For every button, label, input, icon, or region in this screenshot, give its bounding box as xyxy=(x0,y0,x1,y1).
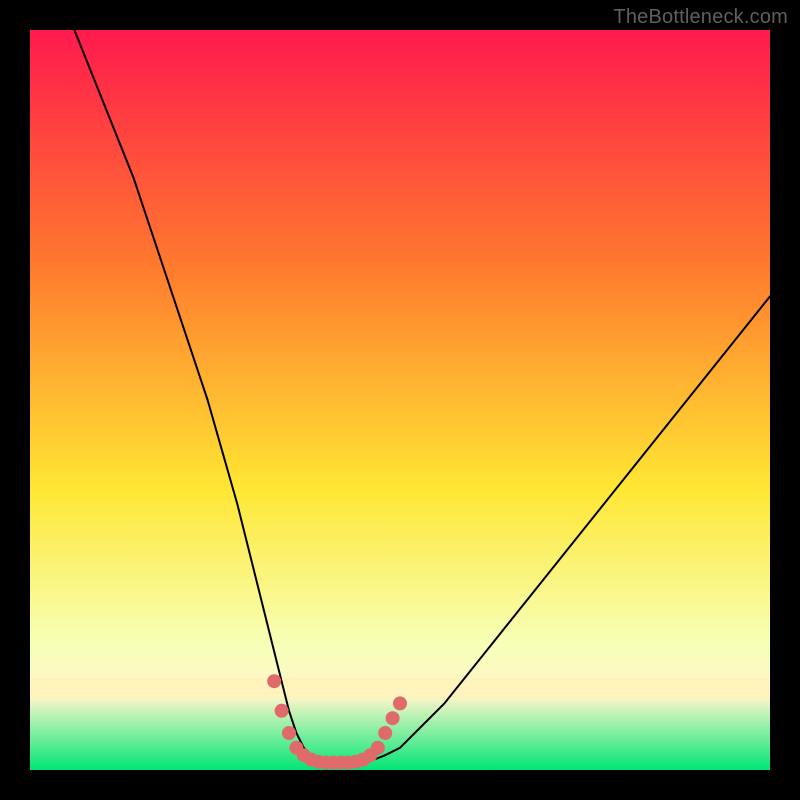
chart-stage: TheBottleneck.com xyxy=(0,0,800,800)
valley-dot xyxy=(282,726,296,740)
valley-dot xyxy=(393,696,407,710)
gradient-background xyxy=(30,30,770,770)
highlight-band xyxy=(30,678,770,698)
valley-dot xyxy=(267,674,281,688)
valley-dot xyxy=(378,726,392,740)
watermark-text: TheBottleneck.com xyxy=(613,6,788,29)
valley-dot xyxy=(386,711,400,725)
valley-dot xyxy=(275,704,289,718)
valley-dot xyxy=(371,741,385,755)
bottleneck-chart xyxy=(30,30,770,770)
